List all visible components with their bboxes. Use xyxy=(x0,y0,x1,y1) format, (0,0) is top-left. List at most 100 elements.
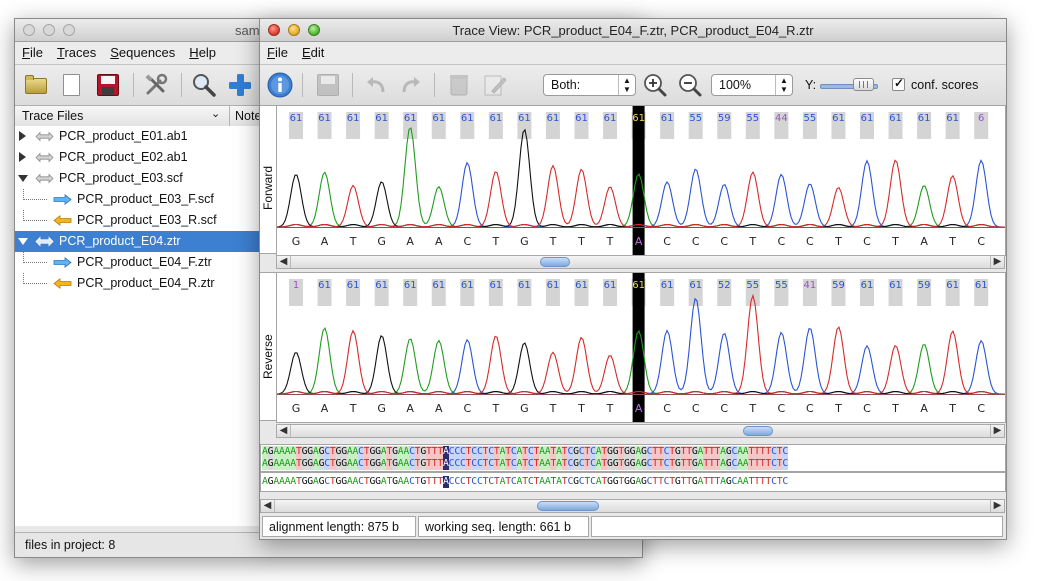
reverse-scrollbar[interactable]: ◀ ▶ xyxy=(276,424,1005,438)
base-call[interactable]: G xyxy=(292,235,301,248)
base-call[interactable]: G xyxy=(377,235,386,248)
tree-item[interactable]: PCR_product_E04.ztr xyxy=(15,231,260,252)
forward-scrollbar[interactable]: ◀ ▶ xyxy=(276,255,1005,269)
base-call[interactable]: A xyxy=(406,235,414,248)
menu-file[interactable]: File xyxy=(260,42,295,60)
base-call[interactable]: A xyxy=(435,235,443,248)
base-call[interactable]: T xyxy=(606,235,614,248)
base-call[interactable]: C xyxy=(720,235,728,248)
redo-button[interactable] xyxy=(398,72,424,98)
tree-column-trace-files[interactable]: Trace Files ⌄ xyxy=(15,106,230,126)
base-call[interactable]: A xyxy=(920,402,928,415)
base-call[interactable]: T xyxy=(834,235,842,248)
base-call[interactable]: T xyxy=(748,235,756,248)
base-call[interactable]: T xyxy=(948,235,956,248)
menu-edit[interactable]: Edit xyxy=(295,42,331,60)
base-call[interactable]: T xyxy=(577,402,585,415)
scroll-left-icon[interactable]: ◀ xyxy=(261,500,275,512)
base-call[interactable]: T xyxy=(491,235,499,248)
close-window-button[interactable] xyxy=(23,24,35,36)
base-call[interactable]: G xyxy=(520,235,529,248)
tree-item[interactable]: PCR_product_E02.ab1 xyxy=(15,147,260,168)
base-call[interactable]: A xyxy=(435,402,443,415)
base-call[interactable]: T xyxy=(891,402,899,415)
base-call[interactable]: C xyxy=(977,235,985,248)
conf-scores-checkbox[interactable]: ✓ xyxy=(892,76,905,91)
tools-button[interactable] xyxy=(143,72,169,98)
scroll-right-icon[interactable]: ▶ xyxy=(990,425,1004,437)
base-call[interactable]: C xyxy=(463,235,471,248)
zoom-in-button[interactable] xyxy=(642,72,668,98)
scroll-left-icon[interactable]: ◀ xyxy=(277,425,291,437)
base-call[interactable]: C xyxy=(778,235,786,248)
collapse-arrow-icon[interactable] xyxy=(18,175,28,182)
reverse-chromatogram[interactable]: 1 61 61 61 61 61 61 61 61 61 61 61 61 61 61 52 55 55 41 59 6… xyxy=(277,273,1005,422)
conf-scores-label[interactable]: conf. scores xyxy=(911,78,978,92)
base-call[interactable]: T xyxy=(606,402,614,415)
base-call[interactable]: C xyxy=(863,235,871,248)
tree-item[interactable]: PCR_product_E04_R.ztr xyxy=(15,273,260,294)
save-button[interactable] xyxy=(95,72,121,98)
base-call[interactable]: C xyxy=(778,402,786,415)
strand-select[interactable]: Both: ▲ ▼ xyxy=(543,74,636,96)
reverse-scroll-thumb[interactable] xyxy=(743,426,773,436)
alignment-scrollbar[interactable]: ◀ ▶ xyxy=(260,499,1005,513)
base-call[interactable]: T xyxy=(948,402,956,415)
base-call[interactable]: T xyxy=(834,402,842,415)
base-call[interactable]: T xyxy=(349,235,357,248)
alignment-scroll-thumb[interactable] xyxy=(537,501,599,511)
base-call[interactable]: A xyxy=(321,235,329,248)
tree-item[interactable]: PCR_product_E03.scf xyxy=(15,168,260,189)
scroll-right-icon[interactable]: ▶ xyxy=(990,256,1004,268)
collapse-arrow-icon[interactable] xyxy=(18,238,28,245)
y-scale-slider-thumb[interactable] xyxy=(853,78,874,91)
tree-item[interactable]: PCR_product_E03_R.scf xyxy=(15,210,260,231)
new-file-button[interactable] xyxy=(59,72,85,98)
base-call[interactable]: A xyxy=(406,402,414,415)
zoom-window-button[interactable] xyxy=(63,24,75,36)
base-cursor[interactable] xyxy=(632,106,645,255)
base-call[interactable]: C xyxy=(692,235,700,248)
base-call[interactable]: G xyxy=(377,402,386,415)
sequence-base[interactable]: C xyxy=(782,458,788,470)
base-call[interactable]: A xyxy=(920,235,928,248)
base-call[interactable]: T xyxy=(748,402,756,415)
sequence-base[interactable]: C xyxy=(782,476,788,488)
menu-help[interactable]: Help xyxy=(182,42,223,60)
base-call[interactable]: C xyxy=(692,402,700,415)
minimize-window-button[interactable] xyxy=(43,24,55,36)
open-folder-button[interactable] xyxy=(24,72,50,98)
base-call[interactable]: G xyxy=(292,402,301,415)
undo-button[interactable] xyxy=(363,72,389,98)
add-button[interactable] xyxy=(227,72,253,98)
base-call[interactable]: C xyxy=(663,402,671,415)
zoom-out-button[interactable] xyxy=(677,72,703,98)
consensus-panel[interactable]: AGAAAATGGAGCTGGAACTGGATGAACTGTTTACCCTCCT… xyxy=(260,472,1006,492)
reverse-trace-panel[interactable]: 1 61 61 61 61 61 61 61 61 61 61 61 61 61 61 52 55 55 41 59 6… xyxy=(276,272,1006,423)
info-button[interactable] xyxy=(267,72,293,98)
base-call[interactable]: G xyxy=(520,402,529,415)
base-call[interactable]: C xyxy=(806,402,814,415)
forward-trace-panel[interactable]: 61 61 61 61 61 61 61 61 61 61 61 61 61 61 55 59 55 44 55 61… xyxy=(276,105,1006,256)
base-call[interactable]: T xyxy=(891,235,899,248)
edit-button[interactable] xyxy=(482,72,508,98)
menu-sequences[interactable]: Sequences xyxy=(103,42,182,60)
trace-titlebar[interactable]: Trace View: PCR_product_E04_F.ztr, PCR_p… xyxy=(260,19,1006,42)
scroll-right-icon[interactable]: ▶ xyxy=(990,500,1004,512)
delete-button[interactable] xyxy=(446,72,472,98)
menu-file[interactable]: File xyxy=(15,42,50,60)
sequence-base[interactable]: C xyxy=(782,446,788,458)
base-call[interactable]: A xyxy=(321,402,329,415)
save-button-disabled[interactable] xyxy=(315,72,341,98)
base-call[interactable]: T xyxy=(549,235,557,248)
base-call[interactable]: A xyxy=(635,235,643,248)
expand-arrow-icon[interactable] xyxy=(19,152,26,162)
scroll-left-icon[interactable]: ◀ xyxy=(277,256,291,268)
zoom-select[interactable]: 100% ▲ ▼ xyxy=(711,74,793,96)
search-button[interactable] xyxy=(191,72,217,98)
base-call[interactable]: C xyxy=(720,402,728,415)
menu-traces[interactable]: Traces xyxy=(50,42,103,60)
base-call[interactable]: C xyxy=(806,235,814,248)
base-call[interactable]: C xyxy=(977,402,985,415)
base-call[interactable]: T xyxy=(549,402,557,415)
